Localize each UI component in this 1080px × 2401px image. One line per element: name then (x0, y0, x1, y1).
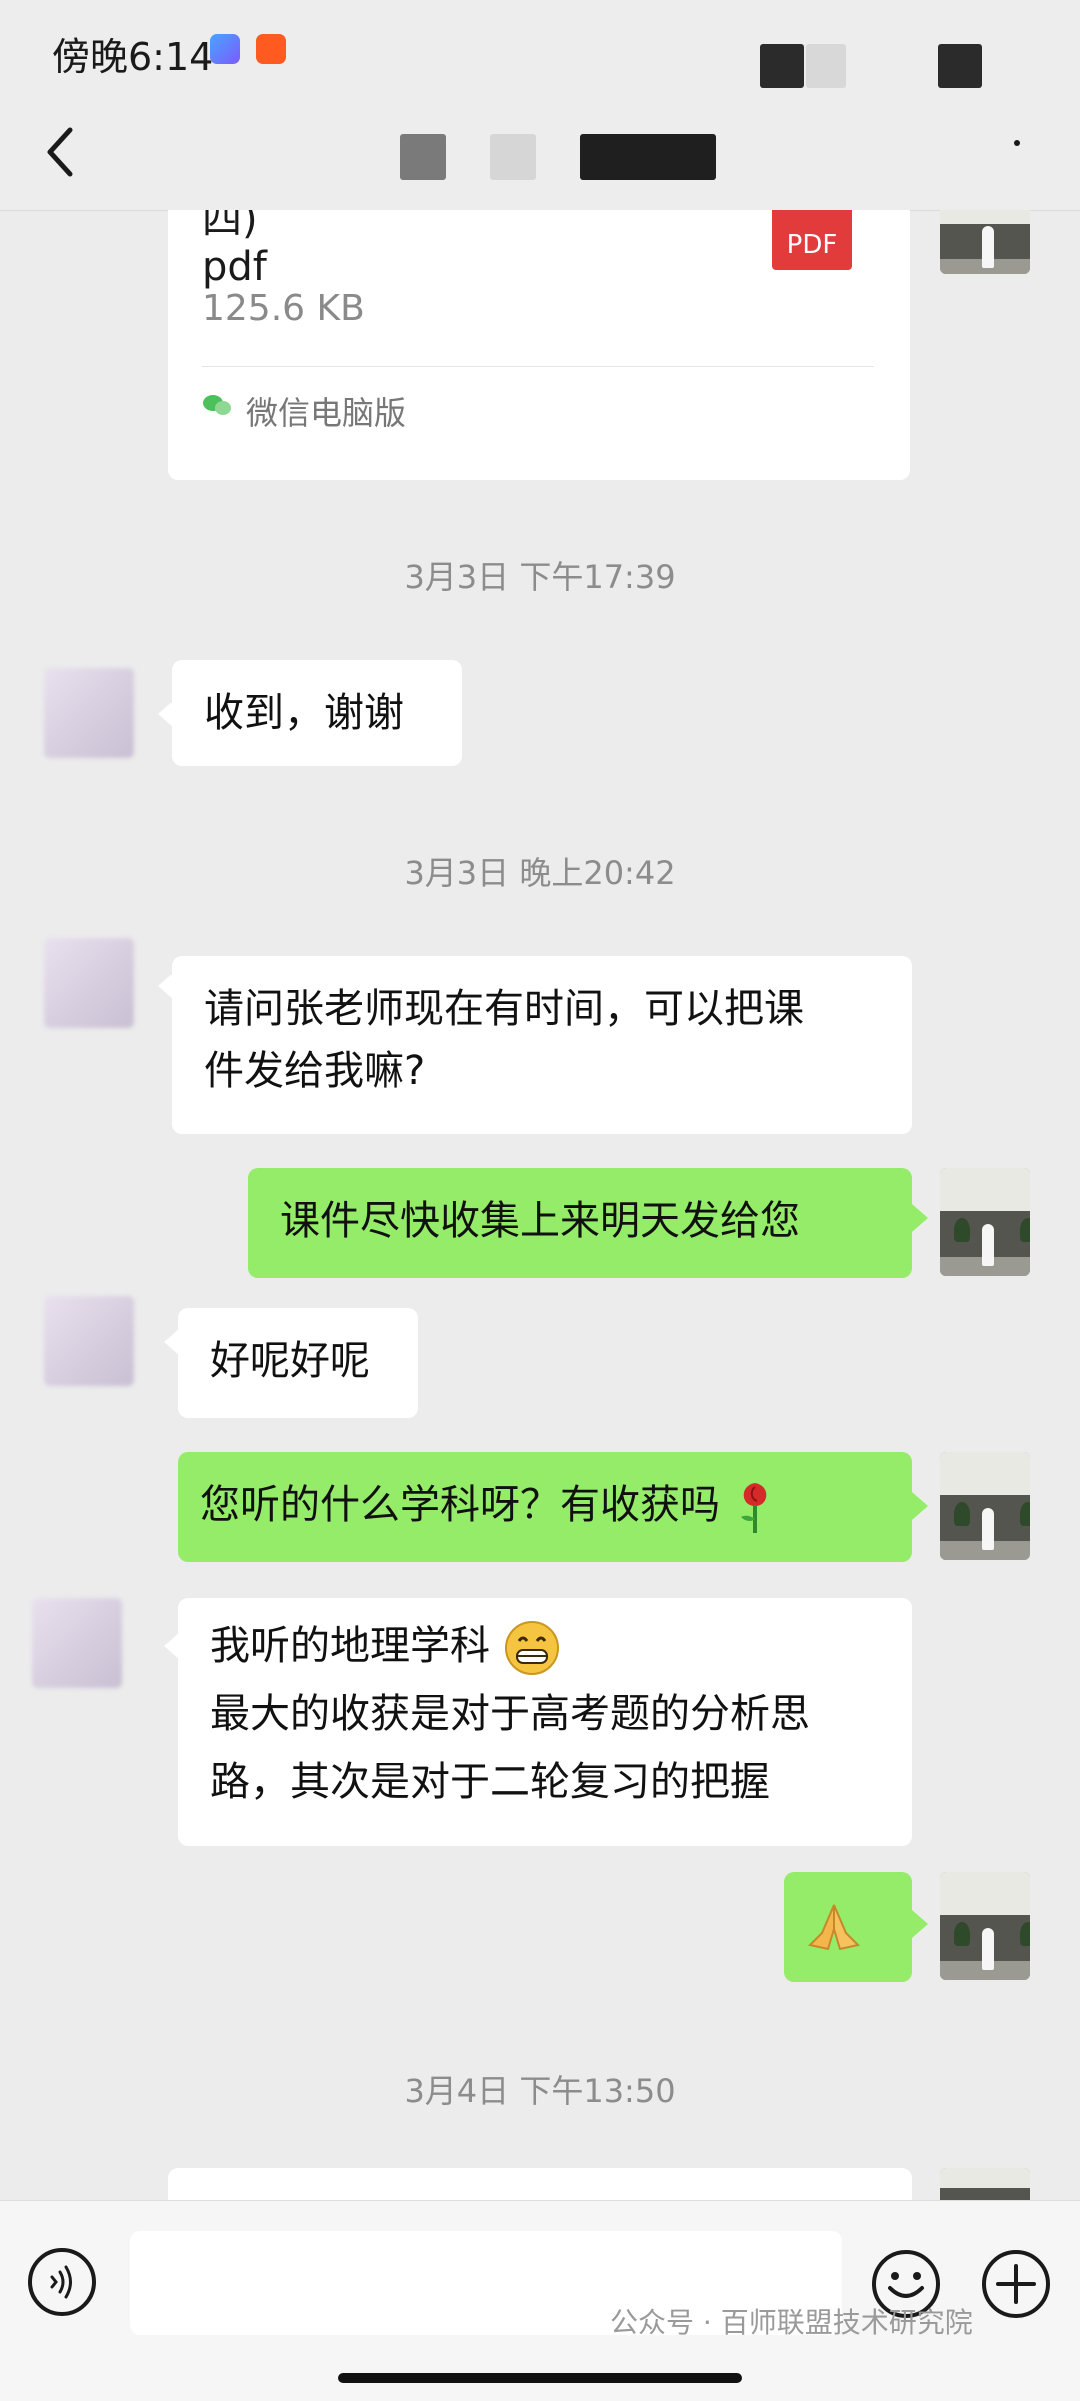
outgoing-message[interactable]: 您听的什么学科呀？有收获吗 (178, 1452, 912, 1562)
contact-avatar[interactable] (32, 1598, 122, 1688)
my-avatar[interactable] (940, 1452, 1030, 1560)
timestamp: 3月3日 下午17:39 (404, 558, 676, 596)
message-list[interactable]: 四) pdf 125.6 KB PDF 微信电脑版 3月3日 下午17:39 收… (0, 210, 1080, 2200)
rose-icon (740, 1483, 766, 1533)
pray-icon (808, 1904, 860, 1951)
my-avatar[interactable] (940, 210, 1030, 274)
incoming-message[interactable]: 收到，谢谢 (172, 660, 462, 766)
bubble-tail (912, 1492, 928, 1520)
file-source-label: 微信电脑版 (246, 394, 407, 432)
more-icon[interactable] (1014, 140, 1020, 146)
file-message-card[interactable]: 四) pdf 125.6 KB PDF 微信电脑版 (168, 210, 910, 480)
taobao-app-icon (256, 34, 286, 64)
status-time: 傍晚6:14 (52, 35, 214, 79)
outgoing-message[interactable]: 课件尽快收集上来明天发给您 (248, 1168, 912, 1278)
chat-title-blurred (580, 134, 716, 180)
battery-icon (938, 44, 982, 88)
file-name: 四) pdf (202, 210, 267, 290)
my-avatar[interactable] (940, 1872, 1030, 1980)
my-avatar[interactable] (940, 2168, 1030, 2200)
watermark: 公众号 · 百师联盟技术研究院 (610, 2306, 973, 2339)
grinning-face-icon (504, 1621, 559, 1675)
incoming-message[interactable]: 请问张老师现在有时间，可以把课 件发给我嘛? (172, 956, 912, 1134)
pdf-icon: PDF (772, 210, 852, 270)
incoming-message-partial[interactable] (168, 2168, 912, 2200)
contact-avatar[interactable] (44, 668, 134, 758)
my-avatar[interactable] (940, 1168, 1030, 1276)
timestamp: 3月3日 晚上20:42 (404, 854, 676, 892)
input-bar: 公众号 · 百师联盟技术研究院 (0, 2200, 1080, 2401)
contact-avatar[interactable] (44, 938, 134, 1028)
file-size: 125.6 KB (202, 288, 365, 329)
voice-icon (50, 2265, 72, 2299)
status-bar: 傍晚6:14 (0, 0, 1080, 110)
bubble-tail (912, 1910, 928, 1938)
chat-title-blurred (400, 134, 446, 180)
timestamp: 3月4日 下午13:50 (404, 2072, 676, 2110)
home-indicator[interactable] (338, 2373, 742, 2383)
voice-button[interactable] (28, 2248, 96, 2316)
divider (202, 366, 874, 367)
incoming-message[interactable]: 好呢好呢 (178, 1308, 418, 1418)
plus-icon[interactable] (980, 2248, 1052, 2320)
chat-header (0, 110, 1080, 211)
bubble-tail (912, 1204, 928, 1232)
status-blurred-icon (806, 44, 846, 88)
chat-title-blurred (490, 134, 536, 180)
incoming-message[interactable]: 我听的地理学科 最大的收获是对于高考题的分析思 路，其次是对于二轮复习的把握 (178, 1598, 912, 1846)
status-blurred-icon (760, 44, 804, 88)
video-app-icon (210, 34, 240, 64)
contact-avatar[interactable] (44, 1296, 134, 1386)
wechat-icon (203, 395, 231, 415)
outgoing-message[interactable] (784, 1872, 912, 1982)
back-chevron-icon[interactable] (40, 122, 80, 182)
